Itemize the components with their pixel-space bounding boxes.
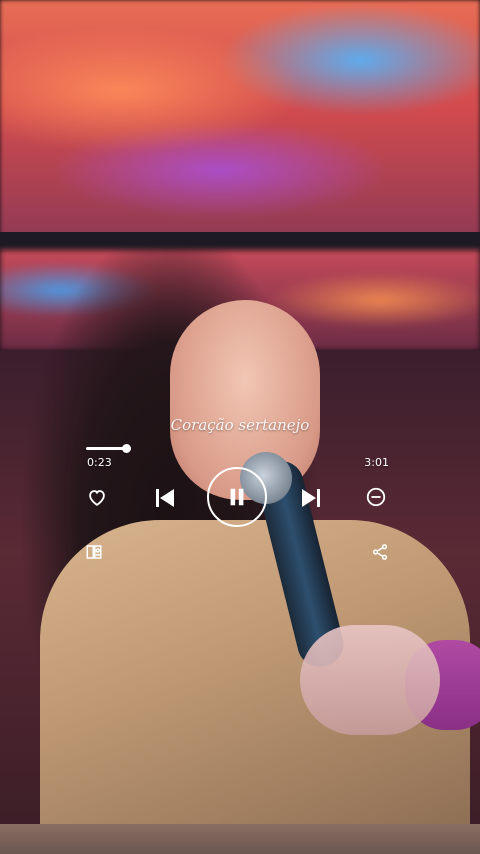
hand [300, 625, 440, 735]
remove-button[interactable] [364, 485, 388, 509]
like-button[interactable] [85, 485, 109, 509]
progress-track [86, 447, 394, 450]
bottom-strip [0, 824, 480, 854]
share-button[interactable] [370, 542, 390, 562]
pause-icon [230, 488, 244, 506]
progress-thumb[interactable] [122, 444, 132, 453]
stage-screen-lights [0, 0, 480, 240]
pause-button[interactable] [207, 467, 267, 527]
progress-fill [86, 447, 127, 450]
minus-circle-icon [366, 487, 386, 507]
song-title: Coração sertanejo [170, 416, 310, 434]
heart-outline-icon [89, 490, 105, 506]
next-button[interactable] [298, 485, 324, 511]
skip-next-icon [302, 489, 320, 507]
lyrics-book-icon [86, 545, 102, 559]
share-icon [372, 544, 388, 560]
skip-previous-icon [156, 489, 174, 507]
lyrics-button[interactable] [84, 542, 104, 562]
previous-button[interactable] [152, 485, 178, 511]
elapsed-time: 0:23 [87, 456, 112, 469]
total-time: 3:01 [364, 456, 389, 469]
progress-bar[interactable] [86, 444, 394, 453]
